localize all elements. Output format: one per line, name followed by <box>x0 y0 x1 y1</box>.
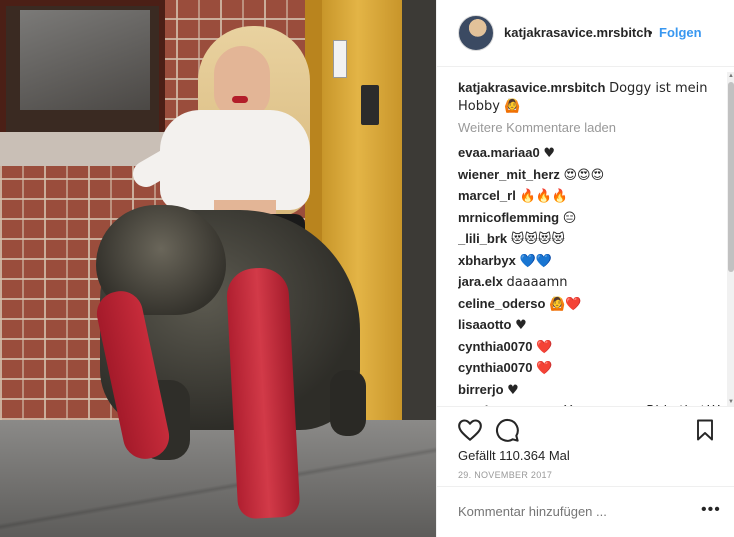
post-header: katjakrasavice.mrsbitch • Folgen <box>437 0 734 67</box>
post-actions: Gefällt 110.364 Mal 29. NOVEMBER 2017 <box>437 406 734 486</box>
comment-item: xbharbyx 💙💙 <box>458 250 720 272</box>
comment-item: cynthia0070 ❤️ <box>458 357 720 379</box>
door-sign <box>333 40 347 78</box>
more-options-icon[interactable]: ••• <box>701 501 721 519</box>
comment-text: 💙💙 <box>519 253 552 269</box>
comment-text: ♥ <box>515 318 527 333</box>
scrollbar-thumb[interactable] <box>728 82 734 272</box>
load-more-comments-button[interactable]: Weitere Kommentare laden <box>458 120 616 135</box>
comment-icon[interactable] <box>494 417 520 443</box>
comment-item: cynthia0070 ❤️ <box>458 336 720 358</box>
follow-button[interactable]: Folgen <box>659 25 702 40</box>
comment-text: ❤️ <box>536 339 553 355</box>
comments-section[interactable]: katjakrasavice.mrsbitch Doggy ist mein H… <box>437 72 734 406</box>
comment-username[interactable]: _lili_brk <box>458 231 507 246</box>
red-boot-right <box>225 266 301 520</box>
header-separator: • <box>648 25 653 40</box>
add-comment-bar: ••• <box>437 486 734 537</box>
scroll-down-arrow-icon[interactable]: ▼ <box>727 398 734 406</box>
comment-text: daaaamn <box>506 275 568 290</box>
comments-scrollbar[interactable]: ▲ ▼ <box>727 72 734 406</box>
woman-face <box>214 46 270 118</box>
door-shadow <box>402 0 436 420</box>
comment-text: 🙆❤️ <box>549 296 582 312</box>
window-glass <box>20 10 150 110</box>
floor-tiles <box>0 440 436 537</box>
window-frame <box>0 0 165 140</box>
caption-username[interactable]: katjakrasavice.mrsbitch <box>458 80 605 95</box>
bulldog-statue-leg <box>330 370 366 436</box>
comment-username[interactable]: marcel_rl <box>458 188 516 203</box>
comment-item: _lili_brk 😻😻😻😻 <box>458 228 720 250</box>
comment-item: marcel_rl 🔥🔥🔥 <box>458 185 720 207</box>
comment-text: 😍😍😍 <box>563 167 605 183</box>
post-caption: katjakrasavice.mrsbitch Doggy ist mein H… <box>458 79 713 115</box>
comment-text: 🔥🔥🔥 <box>519 189 569 204</box>
post-date: 29. NOVEMBER 2017 <box>458 470 553 480</box>
comment-username[interactable]: birrerjo <box>458 382 504 397</box>
comment-item: evaa.mariaa0 ♥ <box>458 142 720 164</box>
heart-icon[interactable] <box>457 417 483 443</box>
comment-item: lisaaotto ♥ <box>458 314 720 336</box>
comment-text: ❤️ <box>536 361 553 376</box>
comment-item: jara.elx daaaamn <box>458 271 720 293</box>
comment-item: birrerjo ♥ <box>458 379 720 401</box>
comment-text: 😑 <box>562 210 577 226</box>
scroll-up-arrow-icon[interactable]: ▲ <box>727 72 734 80</box>
post-photo[interactable] <box>0 0 436 537</box>
comment-username[interactable]: cynthia0070 <box>458 360 532 375</box>
comment-username[interactable]: wiener_mit_herz <box>458 167 560 182</box>
comment-list: evaa.mariaa0 ♥ wiener_mit_herz 😍😍😍 marcel_… <box>458 142 720 406</box>
comment-username[interactable]: mrnicoflemming <box>458 210 559 225</box>
comment-text: ♥ <box>543 146 555 161</box>
post-sidebar: katjakrasavice.mrsbitch • Folgen katjakr… <box>436 0 734 537</box>
comment-username[interactable]: lisaaotto <box>458 317 511 332</box>
door-handle-plate <box>361 85 379 125</box>
comment-text: ♥ <box>507 382 519 398</box>
woman-lips <box>232 96 248 103</box>
comment-username[interactable]: jara.elx <box>458 274 503 289</box>
header-username[interactable]: katjakrasavice.mrsbitch <box>504 25 651 40</box>
comment-username[interactable]: cynthia0070 <box>458 339 532 354</box>
comment-username[interactable]: celine_oderso <box>458 296 545 311</box>
comment-item: wiener_mit_herz 😍😍😍 <box>458 164 720 186</box>
comment-input[interactable] <box>458 504 678 519</box>
comment-username[interactable]: evaa.mariaa0 <box>458 145 540 160</box>
white-top <box>160 110 310 210</box>
comment-item: mrnicoflemming 😑 <box>458 207 720 229</box>
avatar[interactable] <box>458 15 494 51</box>
comment-item: celine_oderso 🙆❤️ <box>458 293 720 315</box>
likes-count[interactable]: Gefällt 110.364 Mal <box>458 448 570 463</box>
comment-username[interactable]: xbharbyx <box>458 253 516 268</box>
comment-text: 😻😻😻😻 <box>510 232 565 247</box>
bookmark-icon[interactable] <box>693 417 717 443</box>
